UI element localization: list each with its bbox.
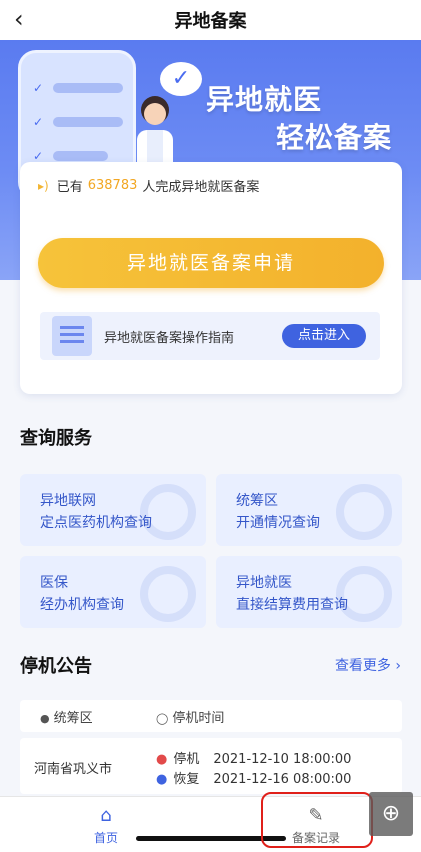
layers-icon	[140, 566, 196, 622]
banner-line1: 异地就医	[206, 83, 323, 116]
query-item-settlement-fees[interactable]: 异地就医 直接结算费用查询	[216, 556, 402, 628]
query-item-line1: 统筹区	[236, 493, 278, 509]
location-pin-icon: ●	[40, 712, 50, 725]
notice-region: 河南省巩义市	[34, 762, 113, 777]
query-item-line2: 开通情况查询	[236, 515, 320, 531]
notice-section-title: 停机公告	[20, 656, 92, 677]
stats-count: 638783	[87, 178, 138, 193]
apply-card: ▸) 已有 638783 人完成异地就医备案 异地就医备案申请 异地就医备案操作…	[20, 162, 402, 394]
resume-label: 恢复	[173, 772, 200, 787]
guide-label: 异地就医备案操作指南	[104, 330, 235, 346]
query-item-line1: 异地就医	[236, 575, 292, 591]
guide-enter-button[interactable]: 点击进入	[282, 324, 366, 348]
list-line	[53, 117, 123, 127]
guide-banner[interactable]: 异地就医备案操作指南 点击进入	[40, 312, 380, 360]
check-icon: ✓	[33, 149, 44, 163]
query-item-line1: 医保	[40, 575, 68, 591]
query-item-line2: 经办机构查询	[40, 597, 124, 613]
region-header-label: 统筹区	[53, 711, 93, 726]
query-item-line2: 定点医药机构查询	[40, 515, 152, 531]
blue-dot-icon: ●	[156, 772, 168, 787]
table-row: 河南省巩义市 ● 停机 2021-12-10 18:00:00 ● 恢复 2021-12…	[20, 738, 402, 794]
stats-line: ▸) 已有 638783 人完成异地就医备案	[38, 176, 259, 195]
resume-time-line: ● 恢复 2021-12-16 08:00:00	[156, 768, 351, 787]
chevron-left-icon[interactable]: ‹	[14, 6, 24, 32]
check-icon: ✓	[33, 115, 44, 129]
check-icon: ✓	[33, 81, 44, 95]
notice-table-header: ● 统筹区 ◯ 停机时间	[20, 700, 402, 732]
home-icon: ⌂	[100, 805, 112, 826]
time-header-label: 停机时间	[172, 711, 225, 726]
stop-time-line: ● 停机 2021-12-10 18:00:00	[156, 748, 351, 767]
resume-time: 2021-12-16 08:00:00	[213, 772, 352, 787]
view-more-label: 查看更多	[334, 658, 391, 674]
speaker-icon: ▸)	[38, 178, 49, 193]
query-section-title: 查询服务	[20, 428, 92, 449]
chevron-right-icon: ›	[395, 658, 401, 674]
query-item-agencies[interactable]: 医保 经办机构查询	[20, 556, 206, 628]
query-item-line2: 直接结算费用查询	[236, 597, 348, 613]
stats-prefix: 已有	[56, 180, 83, 195]
page-title: 异地备案	[174, 11, 247, 32]
tab-home[interactable]: ⌂ 首页	[66, 805, 146, 846]
banner-line2: 轻松备案	[276, 121, 393, 154]
document-icon	[52, 316, 92, 356]
clock-icon: ◯	[156, 712, 169, 725]
stop-label: 停机	[173, 752, 200, 767]
top-nav-bar: ‹ 异地备案	[0, 0, 421, 40]
check-bubble-icon: ✓	[160, 62, 202, 96]
list-line	[53, 151, 108, 161]
zoom-in-icon[interactable]: ⊕	[369, 792, 413, 836]
view-more-link[interactable]: 查看更多 ›	[335, 655, 401, 675]
list-line	[53, 83, 123, 93]
apply-button[interactable]: 异地就医备案申请	[38, 238, 384, 288]
time-column-header: ◯ 停机时间	[156, 707, 224, 726]
stop-time: 2021-12-10 18:00:00	[213, 752, 352, 767]
query-item-region-status[interactable]: 统筹区 开通情况查询	[216, 474, 402, 546]
query-item-line1: 异地联网	[40, 493, 96, 509]
location-icon	[336, 484, 392, 540]
stats-suffix: 人完成异地就医备案	[142, 180, 260, 195]
query-item-network-institutions[interactable]: 异地联网 定点医药机构查询	[20, 474, 206, 546]
region-column-header: ● 统筹区	[40, 707, 93, 726]
red-dot-icon: ●	[156, 752, 168, 767]
highlight-box	[261, 792, 373, 848]
tab-home-label: 首页	[93, 831, 118, 845]
